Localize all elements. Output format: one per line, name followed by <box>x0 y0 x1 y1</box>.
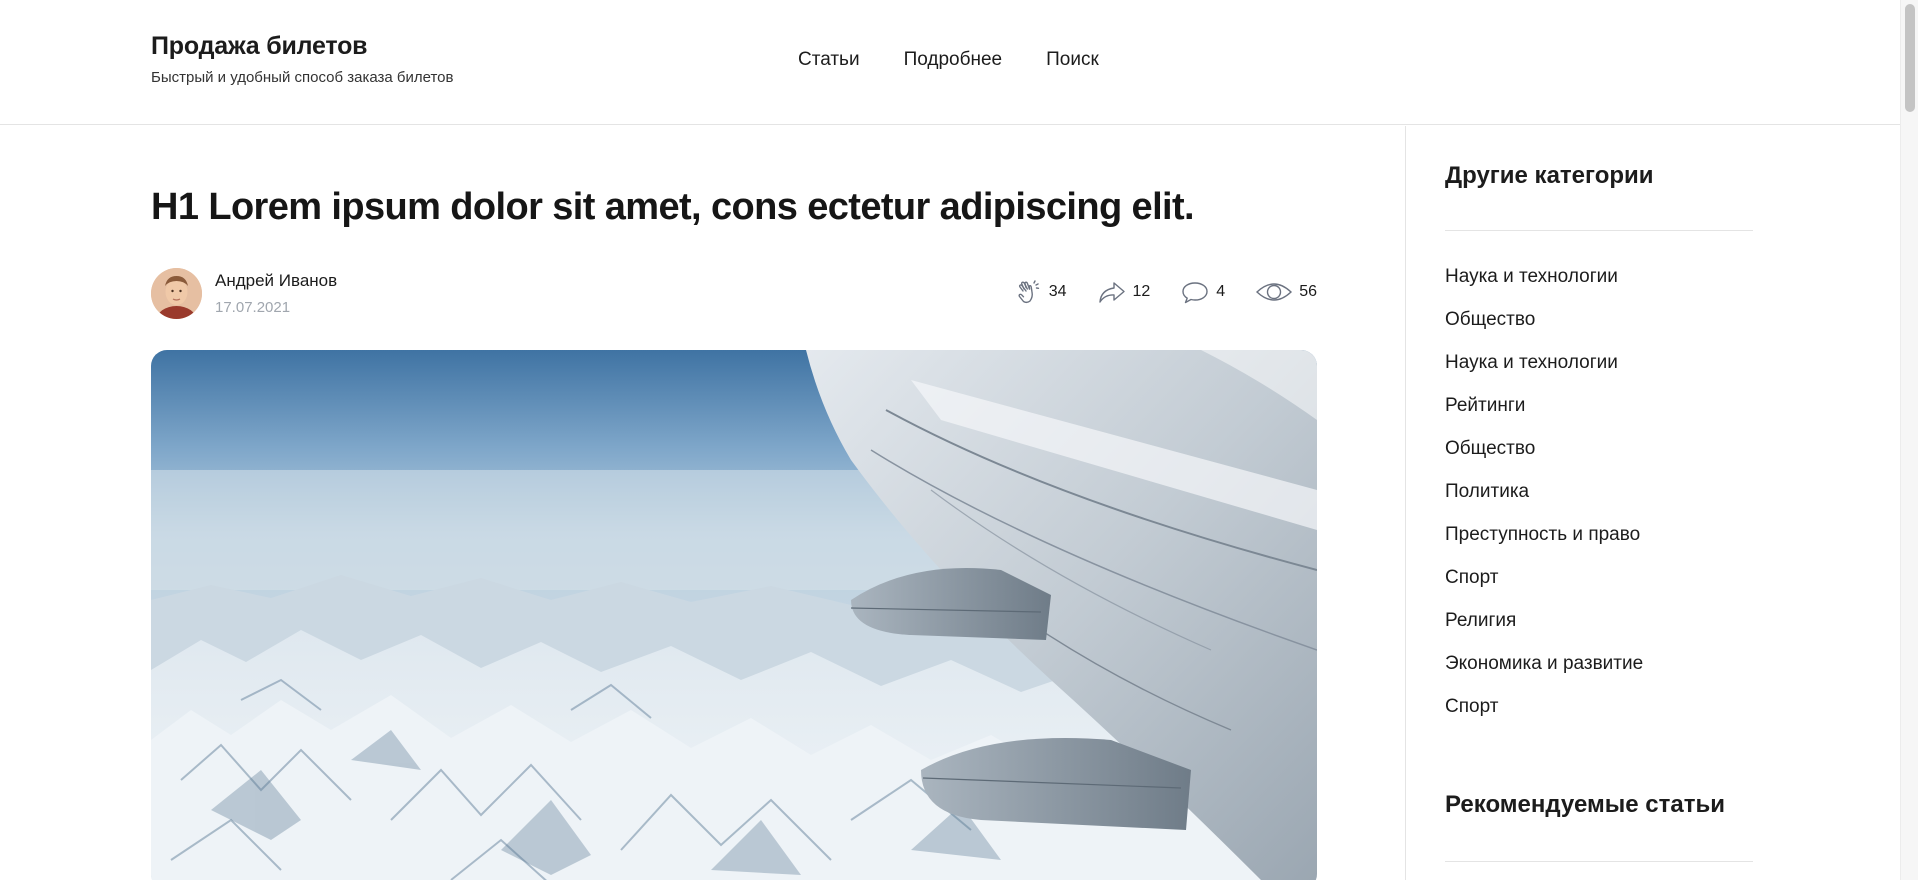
claps-count: 34 <box>1048 283 1067 300</box>
user-avatar-icon <box>151 268 202 319</box>
category-item[interactable]: Наука и технологии <box>1445 352 1643 395</box>
share-icon <box>1098 282 1125 303</box>
recommended-divider <box>1445 861 1753 862</box>
author-avatar[interactable] <box>151 268 202 319</box>
categories-divider <box>1445 230 1753 231</box>
category-item[interactable]: Общество <box>1445 309 1643 352</box>
sidebar: Другие категории Наука и технологии Обще… <box>1405 126 1900 880</box>
category-item[interactable]: Политика <box>1445 481 1643 524</box>
site-header: Продажа билетов Быстрый и удобный способ… <box>0 0 1900 125</box>
category-item[interactable]: Рейтинги <box>1445 395 1643 438</box>
shares-count: 12 <box>1132 283 1151 300</box>
comments-count: 4 <box>1216 283 1226 300</box>
hero-image <box>151 350 1317 880</box>
category-item[interactable]: Преступность и право <box>1445 524 1643 567</box>
publish-date: 17.07.2021 <box>215 299 291 316</box>
shares-stat[interactable]: 12 <box>1097 278 1151 306</box>
brand[interactable]: Продажа билетов Быстрый и удобный способ… <box>151 32 454 86</box>
scrollbar-thumb[interactable] <box>1905 4 1915 112</box>
claps-stat[interactable]: 34 <box>1015 278 1067 306</box>
category-item[interactable]: Экономика и развитие <box>1445 653 1643 696</box>
eye-icon <box>1256 283 1293 301</box>
category-item[interactable]: Спорт <box>1445 567 1643 610</box>
comments-stat[interactable]: 4 <box>1180 278 1225 306</box>
category-item[interactable]: Спорт <box>1445 696 1643 739</box>
clap-icon <box>1018 280 1039 304</box>
category-list: Наука и технологии Общество Наука и техн… <box>1445 266 1643 739</box>
nav-link-search[interactable]: Поиск <box>1046 49 1099 71</box>
brand-title[interactable]: Продажа билетов <box>151 32 454 61</box>
category-item[interactable]: Религия <box>1445 610 1643 653</box>
main-nav: Статьи Подробнее Поиск <box>798 49 1099 71</box>
author-block[interactable]: Андрей Иванов 17.07.2021 <box>151 268 337 319</box>
brand-subtitle: Быстрый и удобный способ заказа билетов <box>151 69 454 86</box>
comment-icon <box>1182 282 1208 304</box>
airplane-wing-over-mountains-image <box>151 350 1317 880</box>
author-name[interactable]: Андрей Иванов <box>215 271 337 291</box>
article-stats: 34 12 4 56 <box>985 278 1317 306</box>
views-stat[interactable]: 56 <box>1255 278 1317 306</box>
category-item[interactable]: Общество <box>1445 438 1643 481</box>
nav-link-more[interactable]: Подробнее <box>904 49 1003 71</box>
nav-link-articles[interactable]: Статьи <box>798 49 860 71</box>
recommended-heading: Рекомендуемые статьи <box>1445 791 1725 818</box>
categories-heading: Другие категории <box>1445 162 1654 189</box>
views-count: 56 <box>1299 283 1317 300</box>
category-item[interactable]: Наука и технологии <box>1445 266 1643 309</box>
article-title: H1 Lorem ipsum dolor sit amet, cons ecte… <box>151 186 1195 228</box>
page-scrollbar[interactable] <box>1900 0 1918 880</box>
